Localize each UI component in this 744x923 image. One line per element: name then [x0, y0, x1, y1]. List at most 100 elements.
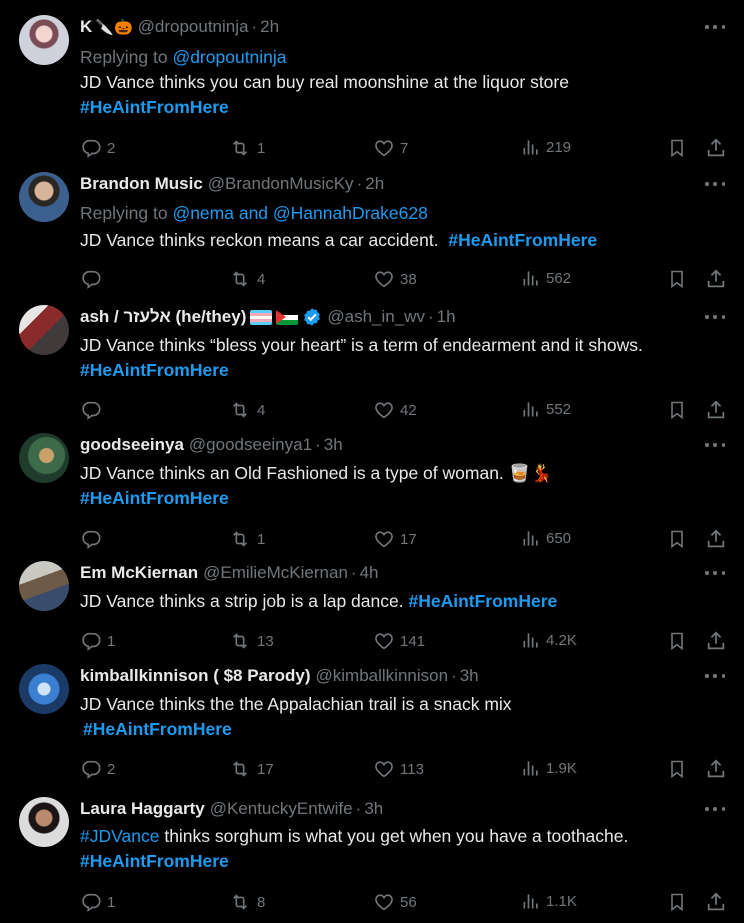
like-button[interactable]: 7: [373, 137, 408, 159]
bookmark-button[interactable]: [667, 630, 687, 652]
share-button[interactable]: [705, 528, 727, 550]
replying-to-label: Replying to: [80, 203, 168, 223]
handle[interactable]: @dropoutninja: [138, 17, 249, 37]
hashtag-link[interactable]: #HeAintFromHere: [80, 851, 229, 871]
more-icon[interactable]: [705, 176, 725, 192]
share-button[interactable]: [705, 399, 727, 421]
separator: ·: [350, 563, 357, 582]
hashtag-link[interactable]: #HeAintFromHere: [80, 488, 229, 508]
like-count: 113: [400, 760, 424, 778]
views-button[interactable]: 650: [521, 528, 571, 548]
reply-button[interactable]: [80, 528, 107, 550]
display-name[interactable]: K: [80, 17, 92, 37]
handle[interactable]: @ash_in_wv: [327, 307, 425, 327]
reply-to-link[interactable]: @nema and @HannahDrake628: [172, 203, 427, 223]
hashtag-link[interactable]: #HeAintFromHere: [83, 719, 232, 739]
hashtag-link[interactable]: #HeAintFromHere: [448, 230, 597, 250]
views-button[interactable]: 1.1K: [521, 891, 577, 911]
like-button[interactable]: 42: [373, 399, 417, 421]
display-name[interactable]: ash / אלעזר (he/they): [80, 307, 246, 327]
share-button[interactable]: [705, 758, 727, 780]
reply-button[interactable]: 2: [80, 137, 115, 159]
handle[interactable]: @KentuckyEntwife: [210, 799, 353, 819]
bookmark-button[interactable]: [667, 891, 687, 913]
tweet-header: goodseeinya @goodseeinya1 · 3h: [80, 433, 343, 457]
handle[interactable]: @kimballkinnison: [316, 666, 449, 686]
like-button[interactable]: 38: [373, 268, 417, 290]
more-icon[interactable]: [705, 437, 725, 453]
views-icon: [521, 758, 541, 778]
display-name[interactable]: Em McKiernan: [80, 563, 198, 583]
more-icon[interactable]: [705, 309, 725, 325]
avatar[interactable]: [19, 664, 69, 714]
display-name[interactable]: Brandon Music: [80, 174, 203, 194]
display-name[interactable]: goodseeinya: [80, 435, 184, 455]
retweet-button[interactable]: 8: [228, 891, 265, 913]
retweet-button[interactable]: 1: [228, 137, 265, 159]
share-button[interactable]: [705, 630, 727, 652]
retweet-button[interactable]: 13: [228, 630, 274, 652]
like-icon: [373, 268, 395, 290]
bookmark-button[interactable]: [667, 528, 687, 550]
handle[interactable]: @goodseeinya1: [189, 435, 312, 455]
handle[interactable]: @EmilieMcKiernan: [203, 563, 348, 583]
avatar[interactable]: [19, 172, 69, 222]
bookmark-icon: [667, 268, 687, 290]
share-button[interactable]: [705, 137, 727, 159]
views-button[interactable]: 219: [521, 137, 571, 157]
share-button[interactable]: [705, 891, 727, 913]
timestamp[interactable]: 3h: [364, 799, 383, 819]
handle[interactable]: @BrandonMusicKy: [208, 174, 354, 194]
retweet-button[interactable]: 17: [228, 758, 274, 780]
retweet-button[interactable]: 4: [228, 268, 265, 290]
reply-button[interactable]: 2: [80, 758, 115, 780]
display-name[interactable]: Laura Haggarty: [80, 799, 205, 819]
hashtag-link[interactable]: #HeAintFromHere: [80, 360, 229, 380]
action-bar: 2 17 113 1.9K: [0, 758, 744, 780]
more-icon[interactable]: [705, 801, 725, 817]
retweet-button[interactable]: 4: [228, 399, 265, 421]
timestamp[interactable]: 3h: [460, 666, 479, 686]
verified-badge-icon[interactable]: [302, 307, 322, 327]
like-button[interactable]: 113: [373, 758, 424, 780]
views-icon: [521, 137, 541, 157]
share-icon: [705, 137, 727, 159]
action-bar: 1 8 56 1.1K: [0, 891, 744, 913]
avatar[interactable]: [19, 797, 69, 847]
bookmark-button[interactable]: [667, 137, 687, 159]
views-button[interactable]: 562: [521, 268, 571, 288]
bookmark-button[interactable]: [667, 399, 687, 421]
reply-button[interactable]: [80, 399, 107, 421]
more-icon[interactable]: [705, 668, 725, 684]
views-button[interactable]: 4.2K: [521, 630, 577, 650]
display-name[interactable]: kimballkinnison ( $8 Parody): [80, 666, 311, 686]
timestamp[interactable]: 1h: [437, 307, 456, 327]
tweet-text: JD Vance thinks a strip job is a lap dan…: [80, 591, 404, 611]
bookmark-button[interactable]: [667, 758, 687, 780]
reply-to-link[interactable]: @dropoutninja: [172, 47, 286, 67]
more-icon[interactable]: [705, 19, 725, 35]
like-button[interactable]: 17: [373, 528, 417, 550]
reply-button[interactable]: [80, 268, 107, 290]
share-button[interactable]: [705, 268, 727, 290]
timestamp[interactable]: 2h: [260, 17, 279, 37]
hashtag-link[interactable]: #HeAintFromHere: [80, 97, 229, 117]
avatar[interactable]: [19, 305, 69, 355]
like-button[interactable]: 56: [373, 891, 417, 913]
timestamp[interactable]: 4h: [360, 563, 379, 583]
views-button[interactable]: 1.9K: [521, 758, 577, 778]
reply-button[interactable]: 1: [80, 630, 115, 652]
avatar[interactable]: [19, 15, 69, 65]
timestamp[interactable]: 2h: [365, 174, 384, 194]
like-button[interactable]: 141: [373, 630, 425, 652]
retweet-button[interactable]: 1: [228, 528, 265, 550]
reply-button[interactable]: 1: [80, 891, 115, 913]
more-icon[interactable]: [705, 565, 725, 581]
bookmark-button[interactable]: [667, 268, 687, 290]
timestamp[interactable]: 3h: [324, 435, 343, 455]
avatar[interactable]: [19, 561, 69, 611]
views-button[interactable]: 552: [521, 399, 571, 419]
avatar[interactable]: [19, 433, 69, 483]
hashtag-link[interactable]: #HeAintFromHere: [408, 591, 557, 611]
hashtag-inline-link[interactable]: #JDVance: [80, 826, 159, 846]
